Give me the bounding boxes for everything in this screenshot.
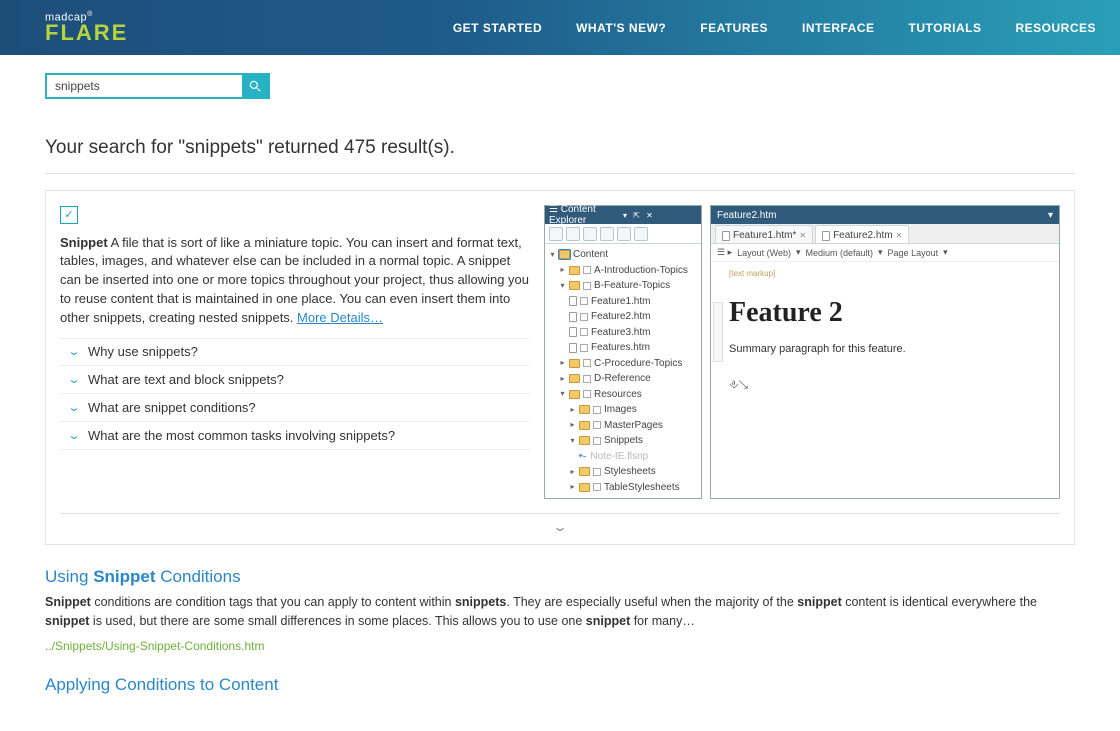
brand-logo[interactable]: madcap® FLARE bbox=[45, 11, 128, 45]
editor-panel: Feature2.htm▾ Feature1.htm*✕ Feature2.ht… bbox=[710, 205, 1060, 499]
result-snippet: Snippet conditions are condition tags th… bbox=[45, 593, 1075, 631]
result-title-link[interactable]: Using Snippet Conditions bbox=[45, 567, 1075, 587]
toolbar-icon[interactable] bbox=[634, 227, 648, 241]
editor-gutter bbox=[713, 302, 723, 362]
nav-tutorials[interactable]: TUTORIALS bbox=[909, 21, 982, 35]
search-input[interactable] bbox=[47, 75, 242, 97]
search-button[interactable] bbox=[242, 75, 268, 97]
result-path[interactable]: ../Snippets/Using-Snippet-Conditions.htm bbox=[45, 639, 1075, 653]
close-icon[interactable]: ✕ bbox=[799, 231, 806, 240]
result-title-link[interactable]: Applying Conditions to Content bbox=[45, 675, 1075, 695]
accordion-item[interactable]: ⌄Why use snippets? bbox=[60, 338, 530, 366]
toolbar-icon[interactable] bbox=[583, 227, 597, 241]
text-markup-label: [text markup] bbox=[729, 269, 775, 278]
panel-dropdown-icon[interactable]: ▾ bbox=[1048, 210, 1053, 221]
nav-interface[interactable]: INTERFACE bbox=[802, 21, 875, 35]
panel-window-icons: ▾ ⇱ ✕ bbox=[623, 211, 697, 220]
toolbar-icon[interactable] bbox=[566, 227, 580, 241]
micro-content-card: ✓ Snippet A file that is sort of like a … bbox=[45, 190, 1075, 545]
results-heading: Your search for "snippets" returned 475 … bbox=[45, 137, 1075, 159]
chevron-down-icon: ⌄ bbox=[54, 401, 93, 414]
chevron-down-icon: ⌄ bbox=[54, 373, 93, 386]
toolbar-icon[interactable] bbox=[549, 227, 563, 241]
expand-chevron-icon[interactable]: ⌄ bbox=[0, 520, 1120, 534]
search-result: Applying Conditions to Content bbox=[45, 675, 1075, 695]
editor-paragraph: Summary paragraph for this feature. bbox=[729, 343, 1047, 355]
chevron-down-icon: ⌄ bbox=[54, 345, 93, 358]
editor-heading: Feature 2 bbox=[729, 297, 1047, 329]
content-tree[interactable]: ▾Content ▸A-Introduction-Topics ▾B-Featu… bbox=[545, 244, 701, 498]
snippet-definition: Snippet A file that is sort of like a mi… bbox=[60, 234, 530, 328]
nav-resources[interactable]: RESOURCES bbox=[1015, 21, 1096, 35]
more-details-link[interactable]: More Details… bbox=[297, 310, 383, 325]
search-icon bbox=[248, 79, 262, 93]
check-icon: ✓ bbox=[60, 206, 78, 224]
drop-cursor-icon: ⎀↘ bbox=[729, 377, 1047, 392]
editor-tab[interactable]: Feature1.htm*✕ bbox=[715, 225, 813, 243]
accordion-item[interactable]: ⌄What are text and block snippets? bbox=[60, 366, 530, 394]
brand-bottom: FLARE bbox=[45, 22, 128, 44]
accordion-item[interactable]: ⌄What are the most common tasks involvin… bbox=[60, 422, 530, 450]
nav-whats-new[interactable]: WHAT'S NEW? bbox=[576, 21, 666, 35]
divider bbox=[45, 173, 1075, 174]
accordion-item[interactable]: ⌄What are snippet conditions? bbox=[60, 394, 530, 422]
nav-features[interactable]: FEATURES bbox=[700, 21, 768, 35]
nav-get-started[interactable]: GET STARTED bbox=[453, 21, 542, 35]
toolbar-icon[interactable] bbox=[600, 227, 614, 241]
close-icon[interactable]: ✕ bbox=[896, 231, 903, 240]
content-explorer-panel: ☰ Content Explorer▾ ⇱ ✕ ▾Content ▸A-Intr… bbox=[544, 205, 702, 499]
chevron-down-icon: ⌄ bbox=[54, 429, 93, 442]
editor-tab[interactable]: Feature2.htm✕ bbox=[815, 225, 909, 243]
search-result: Using Snippet Conditions Snippet conditi… bbox=[45, 567, 1075, 653]
toolbar-icon[interactable] bbox=[617, 227, 631, 241]
